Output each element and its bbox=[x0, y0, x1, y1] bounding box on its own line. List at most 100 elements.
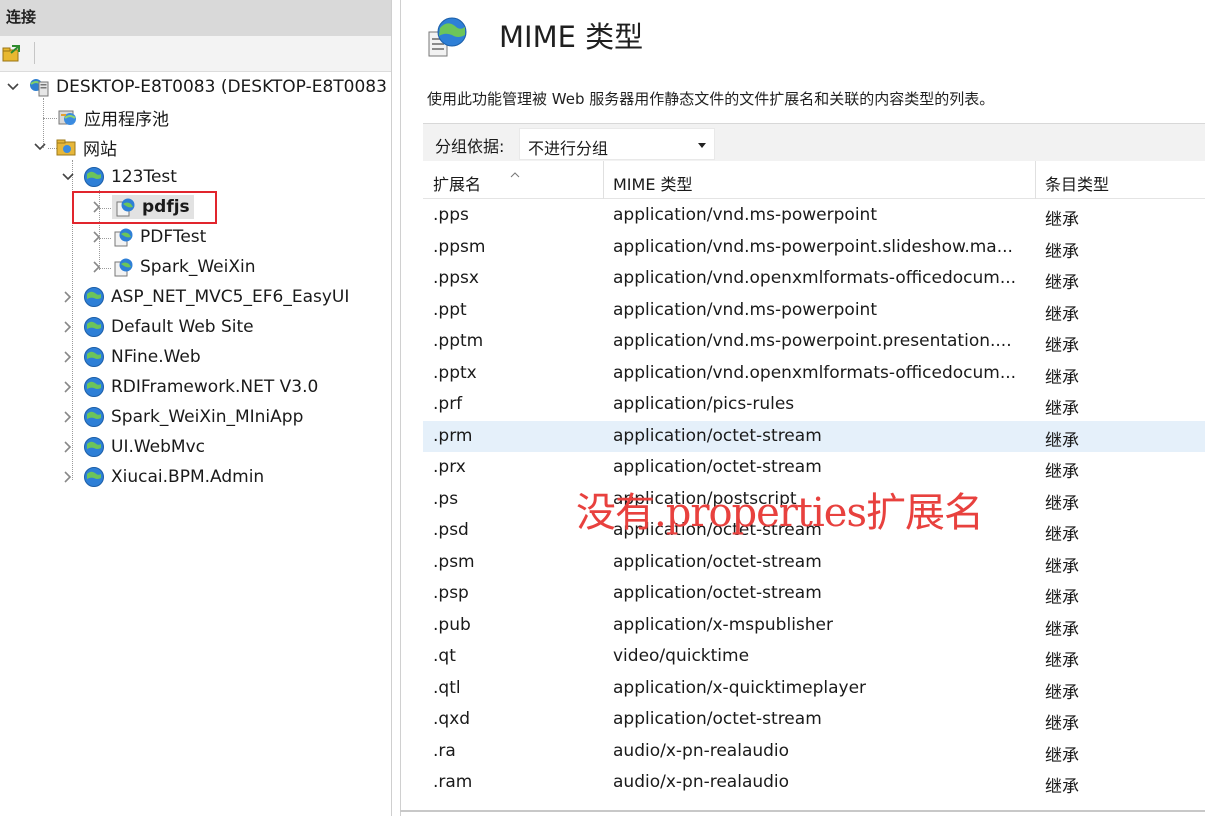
table-row[interactable]: .pptm application/vnd.ms-powerpoint.prese… bbox=[423, 326, 1205, 358]
cell-entry-type: 继承 bbox=[1045, 462, 1079, 482]
chevron-right-icon[interactable] bbox=[61, 320, 75, 334]
table-row[interactable]: .psp application/octet-stream 继承 bbox=[423, 578, 1205, 610]
cell-extension: .pptm bbox=[433, 331, 484, 351]
column-header-mime-type[interactable]: MIME 类型 bbox=[603, 161, 1035, 199]
globe-icon bbox=[83, 466, 105, 488]
chevron-right-icon[interactable] bbox=[61, 290, 75, 304]
table-row[interactable]: .qt video/quicktime 继承 bbox=[423, 641, 1205, 673]
cell-entry-type: 继承 bbox=[1045, 682, 1079, 703]
app-pool-icon bbox=[56, 106, 78, 128]
cell-entry-type: 继承 bbox=[1045, 336, 1079, 356]
group-by-label: 分组依据: bbox=[435, 137, 505, 156]
table-row[interactable]: .ra audio/x-pn-realaudio 继承 bbox=[423, 736, 1205, 768]
table-row[interactable]: .prf application/pics-rules 继承 bbox=[423, 389, 1205, 421]
server-icon bbox=[28, 76, 50, 98]
tree-item-site[interactable]: Default Web Site bbox=[61, 313, 254, 341]
tree-item-sites[interactable]: 网站 bbox=[33, 133, 117, 161]
cell-mime-type: application/octet-stream bbox=[613, 457, 822, 477]
cell-extension: .psm bbox=[433, 551, 475, 572]
grid-header: 扩展名 MIME 类型 条目类型 bbox=[423, 161, 1205, 199]
chevron-right-icon[interactable] bbox=[90, 260, 104, 274]
table-row[interactable]: .ram audio/x-pn-realaudio 继承 bbox=[423, 767, 1205, 799]
tree-item-site[interactable]: Xiucai.BPM.Admin bbox=[61, 463, 264, 491]
tree-item-site[interactable]: NFine.Web bbox=[61, 343, 201, 371]
chevron-down-icon[interactable] bbox=[33, 140, 47, 154]
cell-mime-type: application/vnd.ms-powerpoint.presentati… bbox=[613, 331, 1012, 351]
cell-extension: .prf bbox=[433, 394, 463, 414]
tree-item-site[interactable]: RDIFramework.NET V3.0 bbox=[61, 373, 318, 401]
connect-icon[interactable] bbox=[2, 44, 22, 64]
mime-types-feature: MIME 类型 使用此功能管理被 Web 服务器用作静态文件的文件扩展名和关联的… bbox=[400, 0, 1205, 816]
cell-mime-type: application/pics-rules bbox=[613, 394, 795, 414]
application-icon bbox=[112, 226, 134, 248]
tree-item-site[interactable]: UI.WebMvc bbox=[61, 433, 205, 461]
tree-item-app-pdftest[interactable]: PDFTest bbox=[90, 223, 206, 251]
chevron-right-icon[interactable] bbox=[61, 410, 75, 424]
tree-item-label: Spark_WeiXin_MIniApp bbox=[111, 407, 304, 427]
table-row[interactable]: .ppsx application/vnd.openxmlformats-offi… bbox=[423, 263, 1205, 295]
group-by-dropdown[interactable]: 不进行分组 bbox=[519, 128, 715, 160]
cell-entry-type: 继承 bbox=[1045, 210, 1079, 230]
column-header-extension[interactable]: 扩展名 bbox=[423, 161, 603, 199]
table-row[interactable]: .prm application/octet-stream 继承 bbox=[423, 420, 1205, 452]
table-row[interactable]: .prx application/octet-stream 继承 bbox=[423, 452, 1205, 484]
tree-item-label: 应用程序池 bbox=[84, 109, 169, 130]
table-row[interactable]: .qxd application/octet-stream 继承 bbox=[423, 704, 1205, 736]
tree-item-site[interactable]: ASP_NET_MVC5_EF6_EasyUI bbox=[61, 283, 349, 311]
table-row[interactable]: .qtl application/x-quicktimeplayer 继承 bbox=[423, 673, 1205, 705]
tree-item-site[interactable]: Spark_WeiXin_MIniApp bbox=[61, 403, 303, 431]
table-row[interactable]: .ppt application/vnd.ms-powerpoint 继承 bbox=[423, 295, 1205, 327]
globe-icon bbox=[83, 406, 105, 428]
chevron-right-icon[interactable] bbox=[90, 230, 104, 244]
chevron-right-icon[interactable] bbox=[61, 440, 75, 454]
table-row[interactable]: .ppsm application/vnd.ms-powerpoint.slide… bbox=[423, 232, 1205, 264]
connections-panel: 连接 DESKTOP-E8T0083 (DESKTOP-E8T0083 应用程序… bbox=[0, 0, 392, 816]
globe-icon bbox=[83, 376, 105, 398]
cell-extension: .ram bbox=[433, 772, 473, 792]
globe-icon bbox=[83, 346, 105, 368]
cell-mime-type: application/octet-stream bbox=[613, 551, 822, 572]
cell-mime-type: application/vnd.openxmlformats-officedoc… bbox=[613, 268, 1017, 288]
cell-extension: .ppsm bbox=[433, 236, 486, 257]
tree-item-server[interactable]: DESKTOP-E8T0083 (DESKTOP-E8T0083 bbox=[6, 73, 387, 101]
tree-item-site-123test[interactable]: 123Test bbox=[61, 163, 177, 191]
cell-entry-type: 继承 bbox=[1045, 241, 1079, 262]
group-by-bar: 分组依据: 不进行分组 bbox=[423, 123, 1205, 161]
cell-mime-type: application/vnd.ms-powerpoint.slideshow.… bbox=[613, 236, 1013, 257]
globe-icon bbox=[83, 286, 105, 308]
group-by-value: 不进行分组 bbox=[528, 139, 609, 158]
tree-item-app-spark-weixin[interactable]: Spark_WeiXin bbox=[90, 253, 255, 281]
table-row[interactable]: .pptx application/vnd.openxmlformats-offi… bbox=[423, 358, 1205, 390]
cell-extension: .qt bbox=[433, 646, 456, 666]
tree-item-label: Xiucai.BPM.Admin bbox=[111, 467, 265, 487]
cell-entry-type: 继承 bbox=[1045, 619, 1079, 640]
chevron-right-icon[interactable] bbox=[61, 380, 75, 394]
page-description: 使用此功能管理被 Web 服务器用作静态文件的文件扩展名和关联的内容类型的列表。 bbox=[427, 90, 995, 108]
tree-item-app-pools[interactable]: 应用程序池 bbox=[56, 103, 169, 131]
cell-mime-type: application/vnd.ms-powerpoint bbox=[613, 299, 877, 320]
cell-mime-type: application/x-quicktimeplayer bbox=[613, 677, 867, 698]
cell-extension: .prx bbox=[433, 457, 466, 477]
table-row[interactable]: .psm application/octet-stream 继承 bbox=[423, 547, 1205, 579]
cell-mime-type: application/vnd.openxmlformats-officedoc… bbox=[613, 362, 1017, 383]
cell-mime-type: application/octet-stream bbox=[613, 709, 822, 729]
globe-icon bbox=[83, 316, 105, 338]
table-row[interactable]: .pub application/x-mspublisher 继承 bbox=[423, 610, 1205, 642]
chevron-right-icon[interactable] bbox=[61, 350, 75, 364]
chevron-down-icon[interactable] bbox=[61, 170, 75, 184]
cell-mime-type: application/octet-stream bbox=[613, 583, 822, 603]
cell-entry-type: 继承 bbox=[1045, 493, 1079, 514]
globe-icon bbox=[83, 436, 105, 458]
cell-extension: .ppt bbox=[433, 299, 467, 320]
cell-mime-type: audio/x-pn-realaudio bbox=[613, 772, 790, 792]
panel-bottom-border bbox=[400, 810, 1205, 812]
table-row[interactable]: .pps application/vnd.ms-powerpoint 继承 bbox=[423, 200, 1205, 232]
chevron-down-icon[interactable] bbox=[6, 80, 20, 94]
column-header-entry-type[interactable]: 条目类型 bbox=[1035, 161, 1205, 199]
chevron-right-icon[interactable] bbox=[61, 470, 75, 484]
dropdown-arrow-icon[interactable] bbox=[698, 143, 706, 148]
tree-item-label: DESKTOP-E8T0083 (DESKTOP-E8T0083 bbox=[56, 77, 387, 97]
cell-extension: .ppsx bbox=[433, 268, 479, 288]
mime-types-icon bbox=[425, 14, 471, 60]
cell-entry-type: 继承 bbox=[1045, 525, 1079, 545]
